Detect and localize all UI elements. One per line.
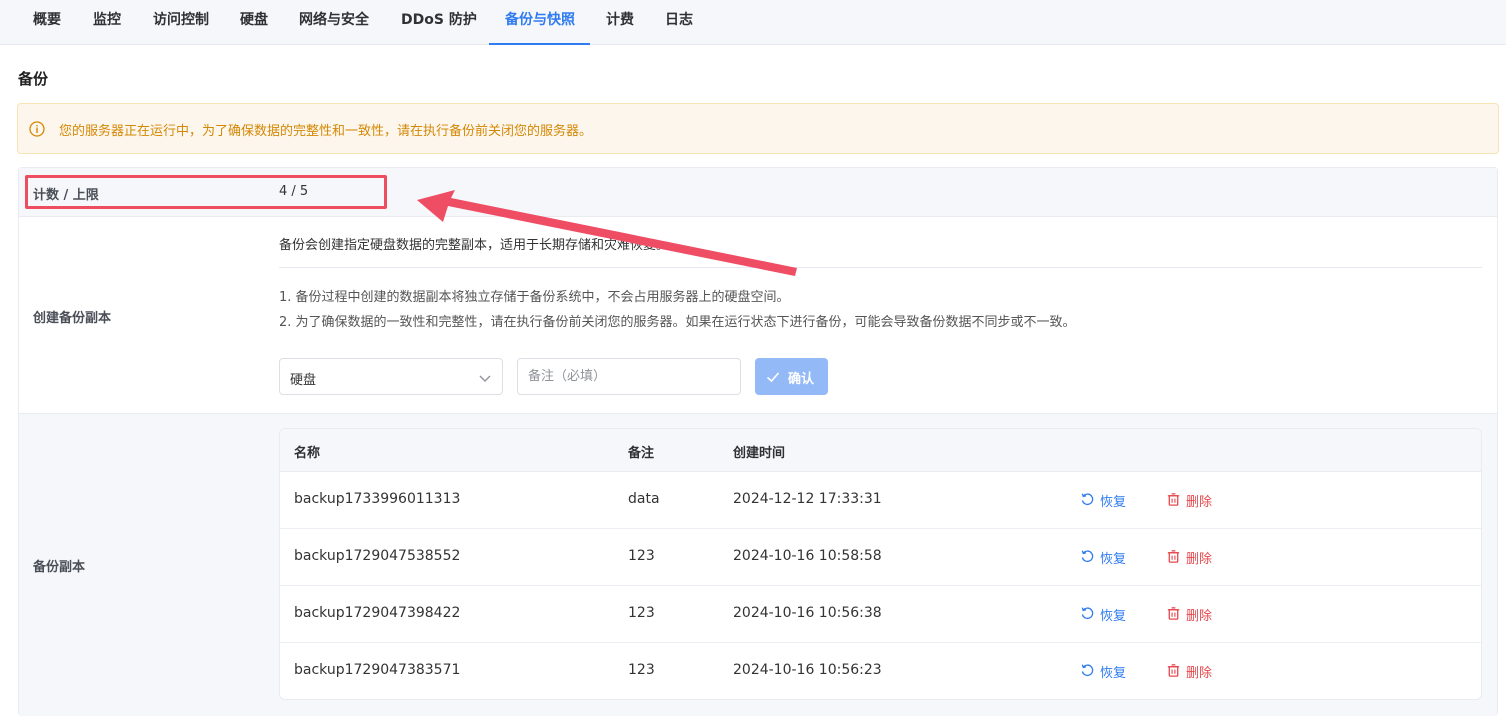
disk-select-value: 硬盘 — [290, 373, 317, 388]
backup-created: 2024-10-16 10:58:58 — [733, 548, 882, 564]
remark-input[interactable] — [517, 358, 741, 395]
info-circle-icon — [29, 121, 45, 137]
restore-icon — [1081, 607, 1094, 620]
restore-label: 恢复 — [1100, 495, 1127, 510]
note-2: 2. 为了确保数据的一致性和完整性，请在执行备份前关闭您的服务器。如果在运行状态… — [279, 315, 1076, 330]
backup-name: backup1729047383571 — [294, 662, 461, 678]
restore-icon — [1081, 664, 1094, 677]
table-row: backup1729047383571 123 2024-10-16 10:56… — [280, 643, 1481, 699]
note-1: 1. 备份过程中创建的数据副本将独立存储于备份系统中，不会占用服务器上的硬盘空间… — [279, 290, 790, 305]
column-header-created: 创建时间 — [733, 446, 786, 461]
backup-name: backup1733996011313 — [294, 491, 461, 507]
tab-network-security[interactable]: 网络与安全 — [299, 0, 369, 45]
tab-backup-snapshot[interactable]: 备份与快照 — [505, 0, 575, 45]
top-tab-bar: 概要 监控 访问控制 硬盘 网络与安全 DDoS 防护 备份与快照 计费 日志 — [0, 0, 1506, 45]
backups-table: 名称 备注 创建时间 backup1733996011313 data 2024… — [279, 428, 1482, 700]
tab-ddos[interactable]: DDoS 防护 — [401, 0, 477, 45]
trash-icon — [1167, 607, 1180, 620]
column-header-remark: 备注 — [628, 446, 655, 461]
tab-billing[interactable]: 计费 — [606, 0, 634, 45]
table-header: 名称 备注 创建时间 — [280, 429, 1481, 472]
table-row: backup1729047398422 123 2024-10-16 10:56… — [280, 586, 1481, 643]
alert-text: 您的服务器正在运行中，为了确保数据的完整性和一致性，请在执行备份前关闭您的服务器… — [59, 124, 593, 139]
backup-remark: data — [628, 491, 660, 507]
backup-name: backup1729047538552 — [294, 548, 461, 564]
backup-created: 2024-10-16 10:56:38 — [733, 605, 882, 621]
divider — [279, 267, 1482, 268]
table-row: backup1733996011313 data 2024-12-12 17:3… — [280, 472, 1481, 529]
active-tab-indicator — [489, 43, 590, 45]
restore-label: 恢复 — [1100, 666, 1127, 681]
confirm-button[interactable]: 确认 — [755, 358, 828, 395]
backup-remark: 123 — [628, 605, 655, 621]
restore-label: 恢复 — [1100, 609, 1127, 624]
backup-remark: 123 — [628, 548, 655, 564]
confirm-label: 确认 — [788, 371, 815, 386]
warning-alert: 您的服务器正在运行中，为了确保数据的完整性和一致性，请在执行备份前关闭您的服务器… — [17, 103, 1499, 154]
delete-label: 删除 — [1186, 495, 1213, 510]
tab-access-control[interactable]: 访问控制 — [153, 0, 209, 45]
restore-icon — [1081, 493, 1094, 506]
check-icon — [766, 372, 780, 383]
backup-created: 2024-12-12 17:33:31 — [733, 491, 882, 507]
tab-disk[interactable]: 硬盘 — [240, 0, 268, 45]
delete-label: 删除 — [1186, 609, 1213, 624]
create-backup-description: 备份会创建指定硬盘数据的完整副本，适用于长期存储和灾难恢复。 — [279, 238, 670, 253]
delete-label: 删除 — [1186, 552, 1213, 567]
create-backup-label: 创建备份副本 — [33, 311, 112, 326]
tab-overview[interactable]: 概要 — [33, 0, 61, 45]
backup-name: backup1729047398422 — [294, 605, 461, 621]
backups-label: 备份副本 — [33, 560, 86, 575]
annotation-highlight-box — [25, 175, 387, 209]
restore-icon — [1081, 550, 1094, 563]
backup-created: 2024-10-16 10:56:23 — [733, 662, 882, 678]
restore-label: 恢复 — [1100, 552, 1127, 567]
section-title: 备份 — [18, 70, 49, 88]
trash-icon — [1167, 493, 1180, 506]
trash-icon — [1167, 664, 1180, 677]
backup-remark: 123 — [628, 662, 655, 678]
column-header-name: 名称 — [294, 446, 321, 461]
trash-icon — [1167, 550, 1180, 563]
tab-monitor[interactable]: 监控 — [93, 0, 121, 45]
disk-select[interactable]: 硬盘 — [279, 358, 503, 395]
table-row: backup1729047538552 123 2024-10-16 10:58… — [280, 529, 1481, 586]
tab-logs[interactable]: 日志 — [665, 0, 693, 45]
delete-label: 删除 — [1186, 666, 1213, 681]
chevron-down-icon — [479, 375, 491, 382]
